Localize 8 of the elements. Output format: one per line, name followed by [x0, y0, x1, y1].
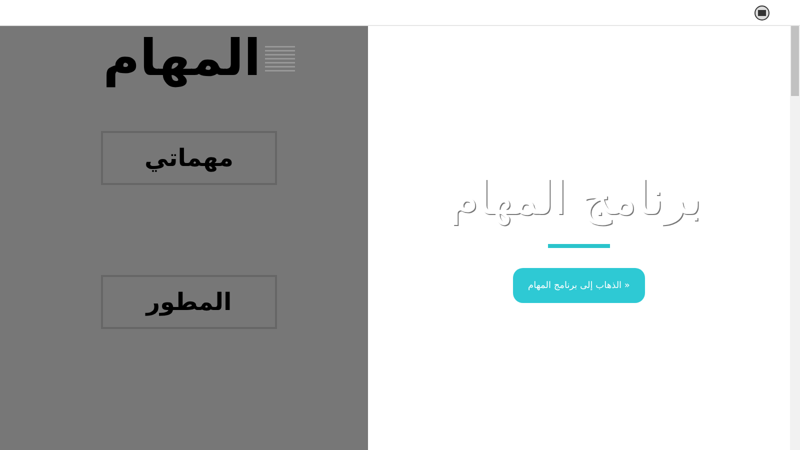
nav-button[interactable]: مهماتي	[101, 131, 277, 185]
sidebar-title: المهام	[103, 28, 261, 90]
nav-button[interactable]: المطور	[101, 275, 277, 329]
scrollbar[interactable]	[790, 26, 800, 450]
lines-icon	[264, 44, 295, 74]
hero-title: برنامج المهام	[450, 170, 703, 228]
title-underline	[548, 244, 610, 248]
logo-icon	[754, 4, 770, 20]
